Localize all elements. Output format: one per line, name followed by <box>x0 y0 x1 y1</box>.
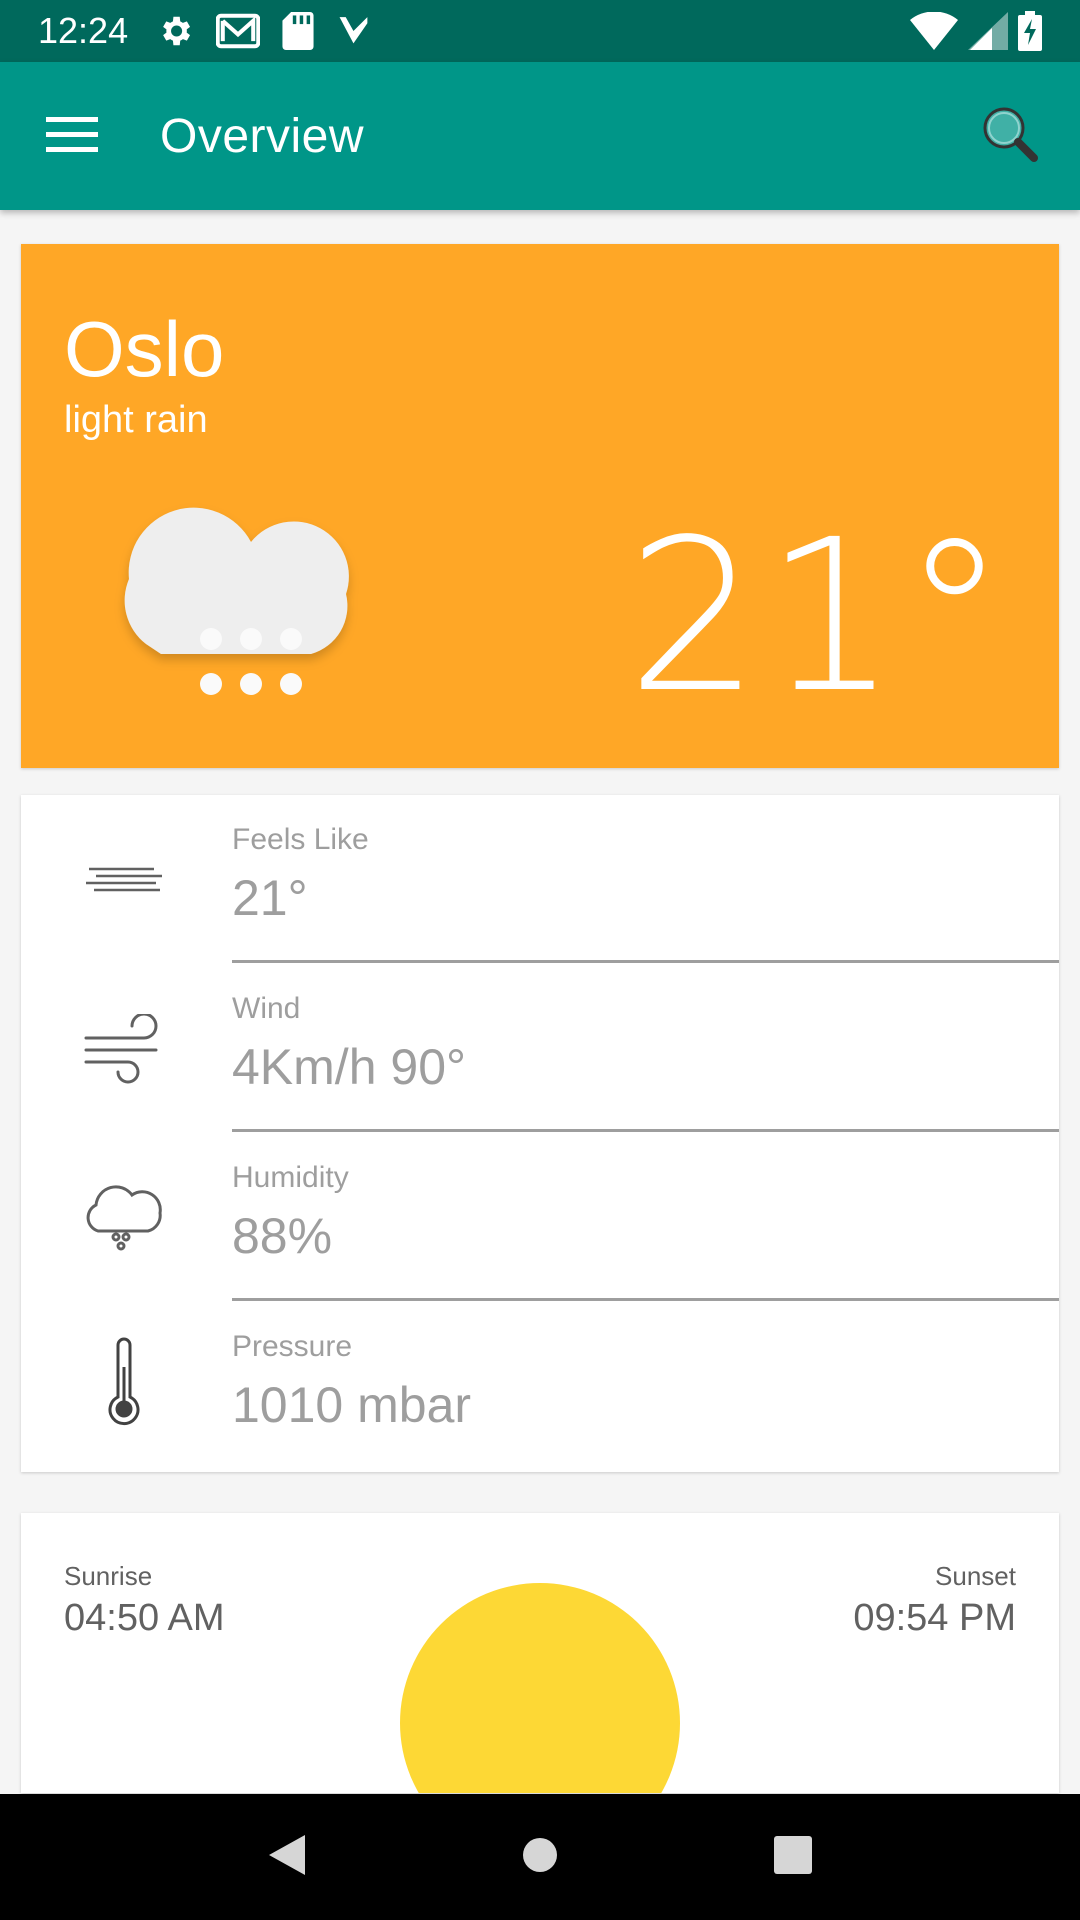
recents-icon[interactable] <box>773 1835 813 1880</box>
detail-label: Wind <box>232 992 301 1025</box>
detail-value: 4Km/h 90° <box>232 1039 467 1095</box>
back-button[interactable] <box>227 1797 347 1917</box>
search-button[interactable] <box>940 62 1080 210</box>
search-icon[interactable] <box>978 102 1042 171</box>
home-button[interactable] <box>480 1797 600 1917</box>
detail-value: 1010 mbar <box>232 1377 472 1433</box>
sunset-label: Sunset <box>935 1561 1016 1591</box>
details-card: Feels Like 21° Wind 4Km/h 90° Humidity 8… <box>21 795 1059 1472</box>
back-icon[interactable] <box>265 1831 309 1884</box>
detail-label: Feels Like <box>232 823 369 856</box>
home-icon[interactable] <box>520 1835 560 1880</box>
sd-card-icon <box>282 12 314 50</box>
menu-button[interactable] <box>0 62 160 210</box>
recents-button[interactable] <box>733 1797 853 1917</box>
status-right-icons <box>910 11 1042 51</box>
wifi-icon <box>910 12 958 50</box>
city-name: Oslo <box>64 305 225 393</box>
detail-row-pressure: Pressure 1010 mbar <box>21 1302 1059 1470</box>
divider <box>232 1298 1059 1301</box>
sun-card: Sunrise 04:50 AM Sunset 09:54 PM <box>21 1513 1059 1793</box>
sunrise-time: 04:50 AM <box>64 1597 225 1639</box>
weather-condition: light rain <box>64 399 208 441</box>
detail-value: 21° <box>232 870 308 926</box>
check-icon <box>336 14 374 48</box>
detail-value: 88% <box>232 1208 333 1264</box>
status-icons <box>156 12 374 50</box>
app-bar: Overview <box>0 62 1080 210</box>
divider <box>232 1129 1059 1132</box>
gear-icon <box>156 12 194 50</box>
current-weather-card: Oslo light rain 21° <box>21 244 1059 768</box>
rain-cloud-icon <box>101 484 371 719</box>
thermometer-icon <box>69 1332 179 1432</box>
wind-icon <box>69 1004 179 1094</box>
divider <box>232 960 1059 963</box>
battery-charging-icon <box>1018 11 1042 51</box>
detail-label: Pressure <box>232 1330 353 1363</box>
haze-icon <box>69 835 179 925</box>
detail-row-wind: Wind 4Km/h 90° <box>21 964 1059 1132</box>
sunrise-label: Sunrise <box>64 1561 153 1591</box>
navigation-bar <box>0 1794 1080 1920</box>
signal-icon <box>968 12 1008 50</box>
humidity-cloud-icon <box>69 1173 179 1263</box>
sunset-time: 09:54 PM <box>853 1597 1016 1639</box>
gmail-icon <box>216 13 261 49</box>
status-time: 12:24 <box>38 10 129 51</box>
page-title: Overview <box>160 109 365 163</box>
hamburger-menu-icon[interactable] <box>46 115 98 158</box>
status-bar: 12:24 <box>0 0 1080 62</box>
detail-row-humidity: Humidity 88% <box>21 1133 1059 1301</box>
sun-graphic <box>400 1583 680 1793</box>
detail-label: Humidity <box>232 1161 349 1194</box>
current-temperature: 21° <box>626 494 1011 739</box>
detail-row-feels-like: Feels Like 21° <box>21 795 1059 963</box>
